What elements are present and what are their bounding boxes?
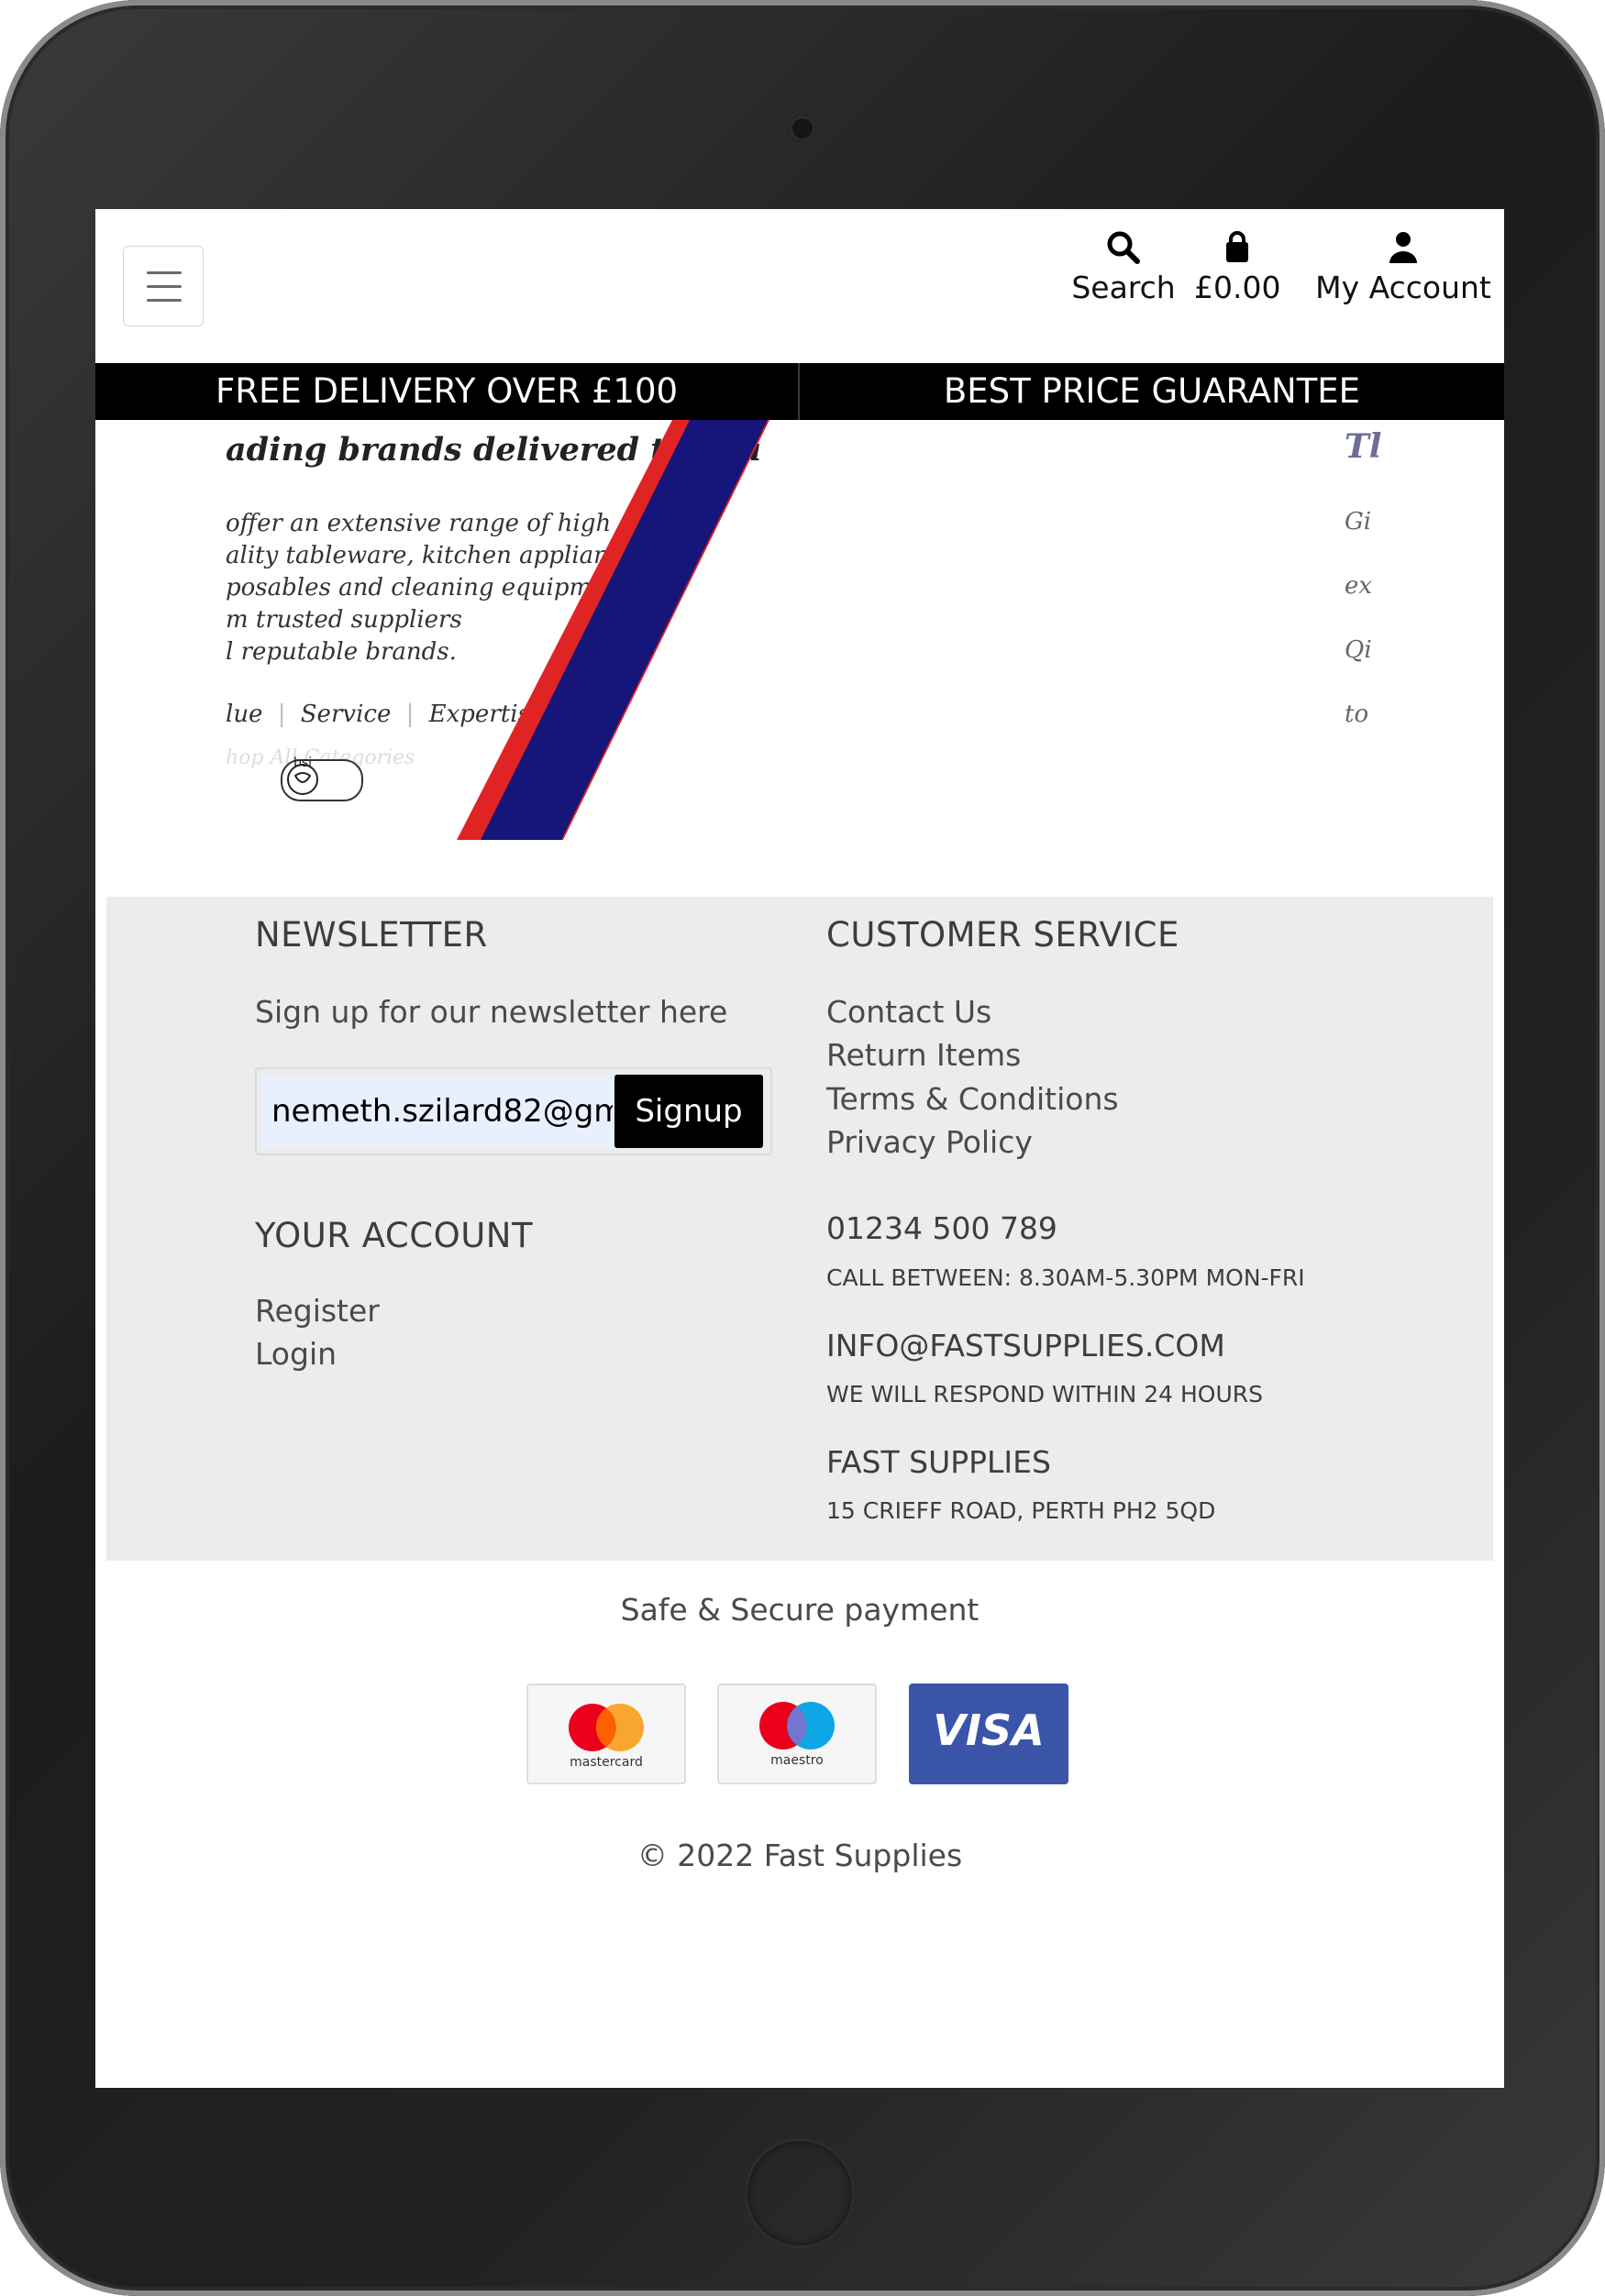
shopping-bag-icon (1226, 231, 1248, 262)
search-button[interactable]: Search (1066, 229, 1181, 305)
phone-hours: CALL BETWEEN: 8.30AM-5.30PM MON-FRI (826, 1264, 1305, 1291)
hero-right-line: to (1345, 701, 1369, 728)
contact-us-link[interactable]: Contact Us (826, 994, 991, 1030)
account-button[interactable]: My Account (1312, 229, 1495, 305)
mastercard-icon: mastercard (526, 1683, 686, 1784)
cart-button[interactable]: £0.00 (1194, 229, 1280, 305)
privacy-policy-link[interactable]: Privacy Policy (826, 1124, 1033, 1160)
company-name: FAST SUPPLIES (826, 1444, 1051, 1480)
newsletter-form: Signup (255, 1067, 772, 1155)
user-icon (1389, 232, 1417, 263)
hero-right-line: Gi (1345, 508, 1372, 535)
cart-total: £0.00 (1194, 270, 1281, 305)
hamburger-icon (147, 271, 182, 274)
account-label: My Account (1315, 270, 1491, 305)
company-address: 15 CRIEFF ROAD, PERTH PH2 5QD (826, 1497, 1216, 1524)
return-items-link[interactable]: Return Items (826, 1037, 1021, 1073)
promo-best-price: BEST PRICE GUARANTEE (943, 371, 1361, 411)
menu-button[interactable] (123, 246, 204, 326)
terms-link[interactable]: Terms & Conditions (826, 1081, 1119, 1117)
newsletter-title: NEWSLETTER (255, 915, 488, 955)
email-link[interactable]: INFO@FASTSUPPLIES.COM (826, 1328, 1225, 1363)
phone-number[interactable]: 01234 500 789 (826, 1210, 1057, 1246)
tablet-frame: Search £0.00 My Account FREE DELIVERY OV… (0, 0, 1605, 2296)
hero-banner: ading brands delivered to you offer an e… (95, 420, 1504, 840)
hero-right-heading: Tl (1345, 427, 1382, 466)
maestro-icon: maestro (717, 1683, 877, 1784)
newsletter-subtitle: Sign up for our newsletter here (255, 994, 728, 1030)
signup-button[interactable]: Signup (614, 1075, 763, 1148)
register-link[interactable]: Register (255, 1293, 380, 1329)
footer-panel: NEWSLETTER Sign up for our newsletter he… (106, 897, 1493, 1561)
newsletter-email-input[interactable] (260, 1075, 613, 1148)
search-icon (1107, 231, 1140, 264)
promo-free-delivery: FREE DELIVERY OVER £100 (215, 371, 679, 411)
copyright: © 2022 Fast Supplies (636, 1838, 963, 1873)
home-button[interactable] (745, 2138, 855, 2248)
customer-service-title: CUSTOMER SERVICE (826, 915, 1179, 955)
safe-payment-title: Safe & Secure payment (620, 1592, 980, 1628)
site-header: Search £0.00 My Account (95, 209, 1504, 363)
email-note: WE WILL RESPOND WITHIN 24 HOURS (826, 1381, 1264, 1407)
search-label: Search (1071, 270, 1176, 305)
hero-right-line: Qi (1345, 636, 1372, 664)
camera-icon (790, 116, 815, 141)
login-link[interactable]: Login (255, 1336, 337, 1372)
account-title: YOUR ACCOUNT (255, 1216, 534, 1255)
promo-bar: FREE DELIVERY OVER £100 BEST PRICE GUARA… (95, 363, 1504, 420)
screen: Search £0.00 My Account FREE DELIVERY OV… (95, 209, 1504, 2088)
hero-right-line: ex (1345, 572, 1373, 600)
visa-icon: VISA (909, 1683, 1068, 1784)
hero-stripes (457, 420, 769, 840)
